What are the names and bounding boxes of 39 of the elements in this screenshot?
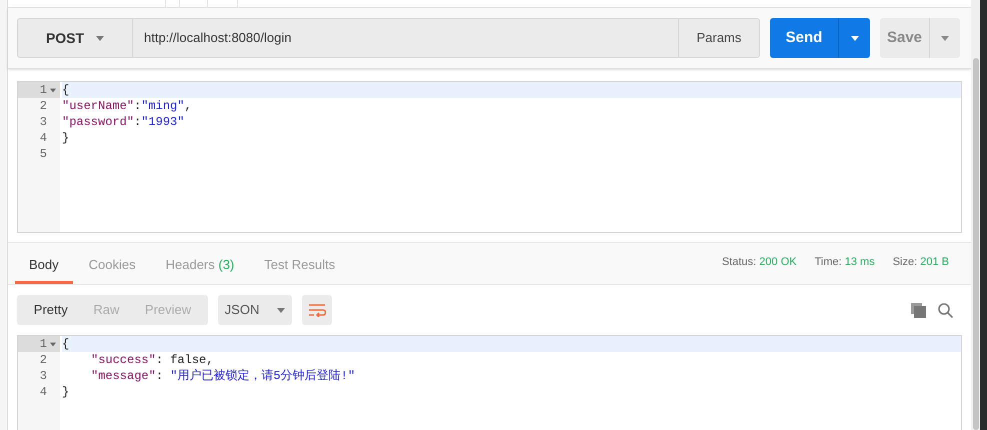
url-field[interactable]: http://localhost:8080/login	[133, 18, 678, 58]
code-line: "message": "用户已被锁定，请5分钟后登陆!"	[91, 368, 356, 384]
wrap-lines-button[interactable]	[302, 295, 332, 325]
method-dropdown[interactable]: POST	[17, 18, 133, 58]
code-line: "success": false,	[91, 352, 214, 368]
code-editor[interactable]: 1 2 3 4 { "success": false, "message": "用户已被锁定，请5分钟后登陆!" }	[17, 335, 962, 430]
line-number: 3	[40, 114, 47, 131]
view-mode-tab[interactable]: Pretty	[32, 300, 70, 320]
line-number: 3	[40, 368, 47, 385]
fold-icon	[50, 88, 56, 92]
response-meta: Time: 13 ms	[814, 254, 875, 270]
code-line: {	[62, 82, 70, 98]
code-line: }	[62, 384, 70, 400]
code-line: {	[62, 336, 70, 352]
line-number: 1	[40, 336, 47, 353]
caret-icon	[941, 36, 949, 40]
line-number: 2	[40, 352, 47, 369]
code-line: "userName":"ming",	[62, 98, 192, 114]
line-number: 5	[40, 146, 47, 163]
line-number: 1	[40, 82, 47, 99]
response-meta: Size: 201 B	[892, 254, 949, 270]
response-meta: Status: 200 OK	[722, 254, 797, 270]
format-dropdown[interactable]: JSON	[218, 295, 292, 325]
code-line: }	[62, 130, 70, 146]
line-number: 4	[40, 384, 47, 401]
copy-icon[interactable]	[911, 302, 926, 318]
code-editor[interactable]: 1 2 3 4 5 { "userName":"ming", "password":"1993" }	[17, 81, 962, 233]
line-number: 4	[40, 130, 47, 147]
search-icon[interactable]	[938, 302, 953, 318]
line-number: 2	[40, 98, 47, 115]
fold-icon	[50, 342, 56, 346]
scrollbar-thumb[interactable]	[972, 58, 978, 430]
caret-icon	[850, 36, 858, 40]
params-button[interactable]: Params	[678, 18, 760, 58]
caret-icon	[96, 36, 104, 40]
caret-icon	[277, 308, 286, 312]
wrap-icon	[308, 303, 326, 317]
response-tab[interactable]: Body	[15, 248, 73, 284]
code-line: "password":"1993"	[62, 114, 184, 130]
